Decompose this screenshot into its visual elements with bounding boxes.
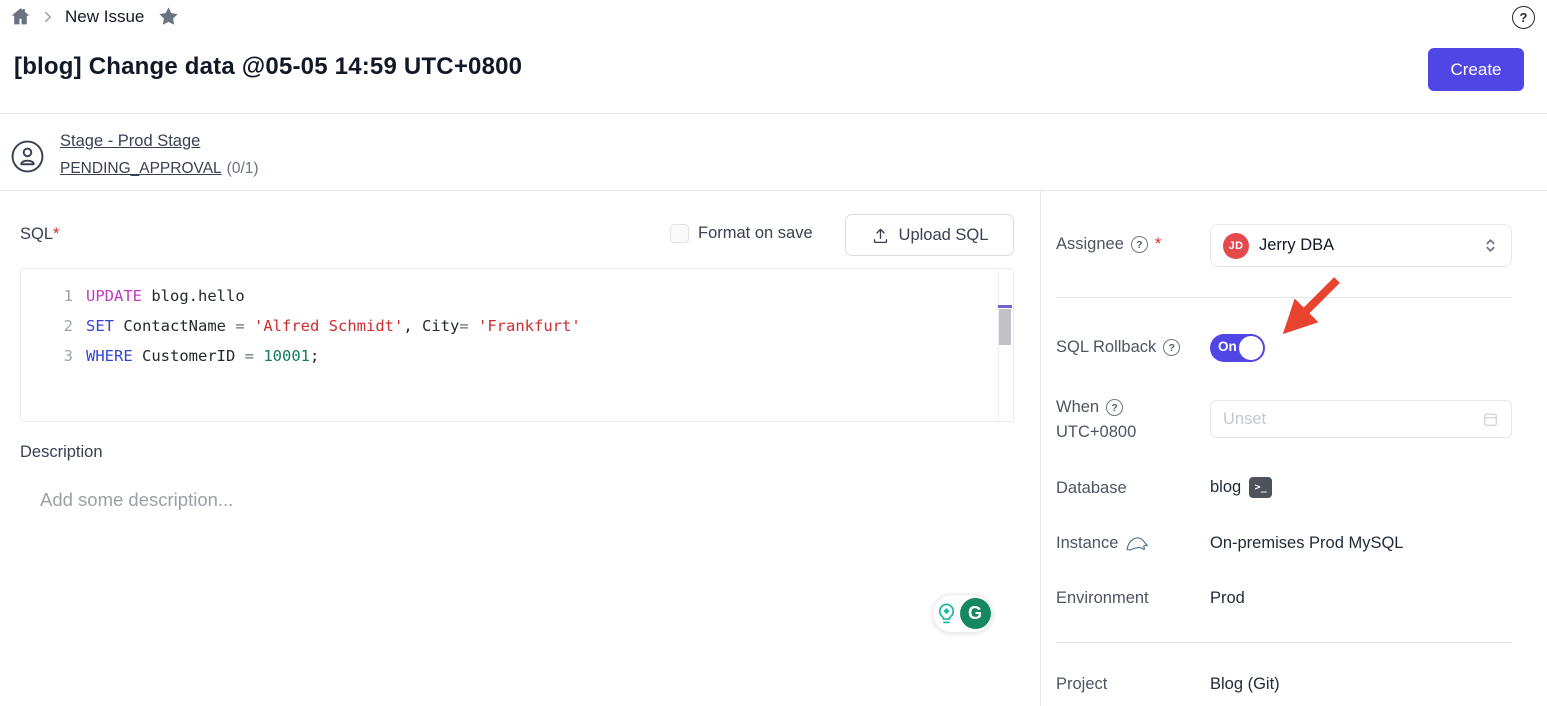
divider bbox=[0, 113, 1547, 114]
page-title: [blog] Change data @05-05 14:59 UTC+0800 bbox=[14, 53, 522, 81]
sql-rollback-help-icon[interactable]: ? bbox=[1163, 339, 1180, 356]
breadcrumb-separator-icon bbox=[41, 10, 55, 24]
sql-rollback-toggle[interactable]: On bbox=[1210, 334, 1265, 362]
when-timezone: UTC+0800 bbox=[1056, 423, 1136, 442]
stage-link[interactable]: Stage - Prod Stage bbox=[60, 132, 200, 151]
format-on-save-label: Format on save bbox=[698, 224, 813, 243]
assignee-label: Assignee ? * bbox=[1056, 235, 1161, 254]
divider bbox=[0, 190, 1547, 191]
code-text: SET ContactName = 'Alfred Schmidt', City… bbox=[73, 311, 581, 341]
database-value-row: blog >_ bbox=[1210, 477, 1272, 498]
upload-sql-label: Upload SQL bbox=[899, 226, 989, 245]
editor-scrollbar-thumb[interactable] bbox=[999, 309, 1011, 345]
sql-rollback-label: SQL Rollback ? bbox=[1056, 338, 1180, 357]
new-issue-page: New Issue ? [blog] Change data @05-05 14… bbox=[0, 0, 1547, 706]
when-label: When ? bbox=[1056, 398, 1123, 417]
line-number: 1 bbox=[21, 281, 73, 311]
stage-status-link[interactable]: PENDING_APPROVAL bbox=[60, 160, 222, 177]
required-mark: * bbox=[53, 225, 59, 243]
database-value[interactable]: blog bbox=[1210, 478, 1241, 497]
database-label: Database bbox=[1056, 479, 1127, 498]
code-line: 3WHERE CustomerID = 10001; bbox=[21, 341, 1013, 371]
when-placeholder: Unset bbox=[1223, 410, 1482, 429]
help-icon[interactable]: ? bbox=[1512, 6, 1535, 29]
divider bbox=[1056, 297, 1512, 298]
assignee-select[interactable]: JD Jerry DBA bbox=[1210, 224, 1512, 267]
grammarly-widget[interactable]: G bbox=[932, 594, 993, 633]
grammarly-icon[interactable]: G bbox=[960, 598, 991, 629]
editor-scrollbar[interactable] bbox=[998, 270, 1012, 421]
when-date-input[interactable]: Unset bbox=[1210, 400, 1512, 438]
sql-terminal-icon[interactable]: >_ bbox=[1249, 477, 1272, 498]
code-text: WHERE CustomerID = 10001; bbox=[73, 341, 319, 371]
lightbulb-icon[interactable] bbox=[935, 602, 958, 625]
code-line: 1UPDATE blog.hello bbox=[21, 281, 1013, 311]
breadcrumb-page[interactable]: New Issue bbox=[65, 7, 144, 27]
create-button[interactable]: Create bbox=[1428, 48, 1524, 91]
format-on-save-checkbox[interactable] bbox=[670, 224, 689, 243]
stage-status-row: PENDING_APPROVAL (0/1) bbox=[60, 160, 259, 178]
assignee-help-icon[interactable]: ? bbox=[1131, 236, 1148, 253]
toggle-on-label: On bbox=[1218, 339, 1237, 354]
home-icon[interactable] bbox=[10, 6, 31, 27]
assignee-value: Jerry DBA bbox=[1259, 236, 1472, 255]
project-value[interactable]: Blog (Git) bbox=[1210, 675, 1280, 694]
stage-person-icon bbox=[10, 139, 45, 174]
sidebar-divider bbox=[1040, 191, 1041, 706]
upload-icon bbox=[871, 226, 890, 245]
instance-label: Instance bbox=[1056, 534, 1149, 553]
description-input[interactable]: Add some description... bbox=[40, 489, 233, 511]
mysql-icon bbox=[1125, 534, 1149, 553]
upload-sql-button[interactable]: Upload SQL bbox=[845, 214, 1014, 256]
environment-value[interactable]: Prod bbox=[1210, 589, 1245, 608]
breadcrumb: New Issue bbox=[10, 6, 179, 27]
instance-value[interactable]: On-premises Prod MySQL bbox=[1210, 534, 1403, 553]
when-help-icon[interactable]: ? bbox=[1106, 399, 1123, 416]
star-icon[interactable] bbox=[158, 6, 179, 27]
required-mark: * bbox=[1155, 235, 1161, 254]
calendar-icon bbox=[1482, 411, 1499, 428]
select-chevrons-icon bbox=[1482, 237, 1499, 254]
code-line: 2SET ContactName = 'Alfred Schmidt', Cit… bbox=[21, 311, 1013, 341]
line-number: 2 bbox=[21, 311, 73, 341]
line-number: 3 bbox=[21, 341, 73, 371]
divider bbox=[1056, 642, 1512, 643]
description-label: Description bbox=[20, 443, 103, 462]
stage-approval-count: (0/1) bbox=[227, 160, 259, 177]
project-label: Project bbox=[1056, 675, 1107, 694]
toggle-knob bbox=[1239, 336, 1263, 360]
sql-label: SQL* bbox=[20, 225, 59, 244]
editor-scroll-decoration bbox=[998, 305, 1012, 308]
code-text: UPDATE blog.hello bbox=[73, 281, 245, 311]
format-on-save[interactable]: Format on save bbox=[670, 224, 813, 243]
environment-label: Environment bbox=[1056, 589, 1149, 608]
sql-editor-lines: 1UPDATE blog.hello2SET ContactName = 'Al… bbox=[21, 281, 1013, 371]
sql-editor[interactable]: 1UPDATE blog.hello2SET ContactName = 'Al… bbox=[20, 268, 1014, 422]
assignee-avatar: JD bbox=[1223, 233, 1249, 259]
